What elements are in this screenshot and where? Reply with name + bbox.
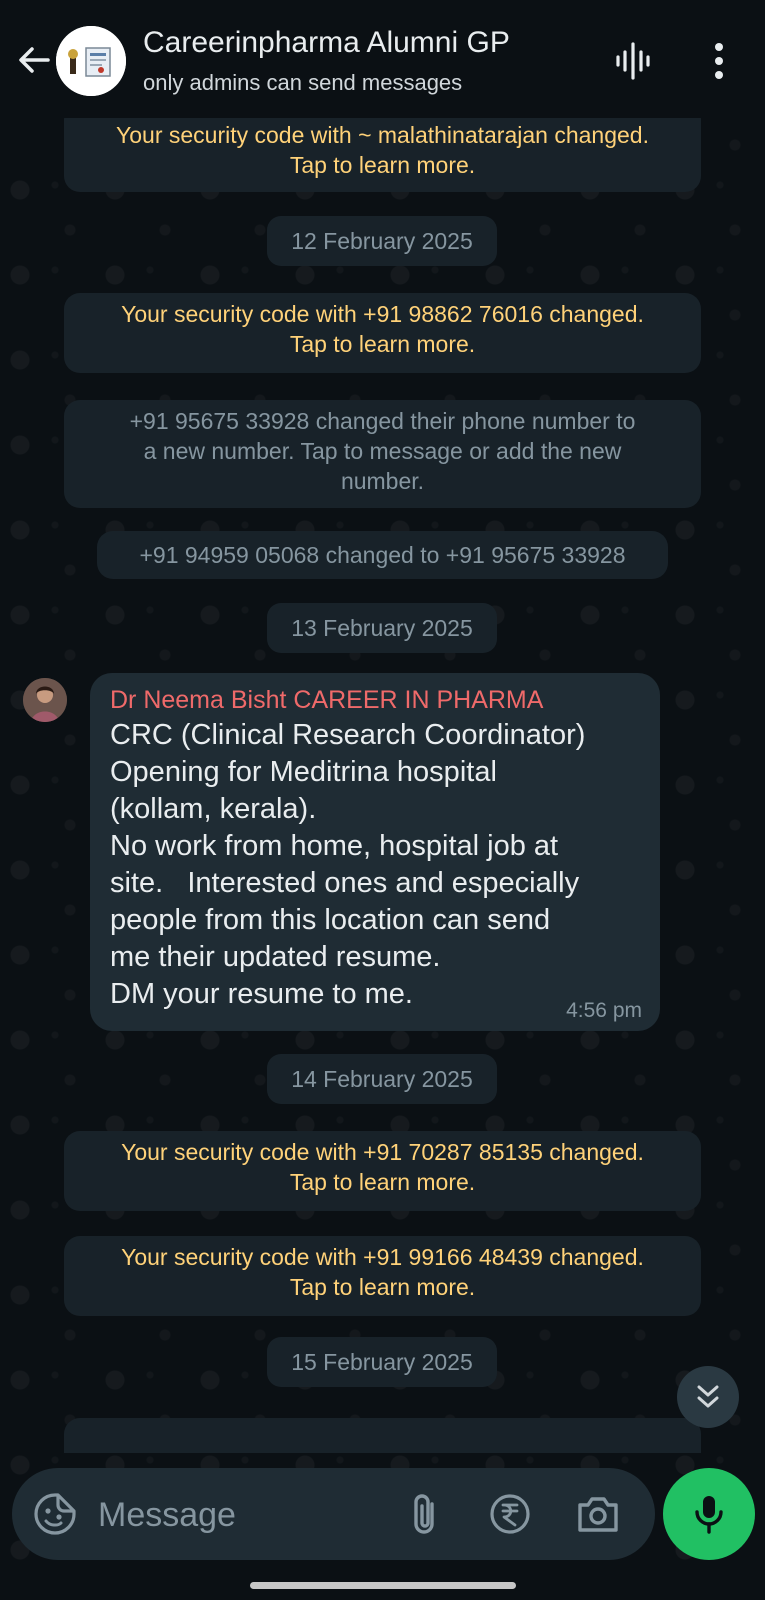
voice-chat-button[interactable]	[612, 40, 654, 82]
date-separator: 12 February 2025	[267, 216, 497, 266]
message-input[interactable]	[96, 1484, 400, 1546]
sender-avatar[interactable]	[23, 678, 67, 722]
message-bubble[interactable]: Dr Neema Bisht CAREER IN PHARMA CRC (Cli…	[90, 673, 660, 1031]
security-code-notice-partial[interactable]	[64, 1418, 701, 1453]
chat-subtitle[interactable]: only admins can send messages	[143, 70, 462, 96]
message-text-line: people from this location can send	[110, 904, 551, 936]
group-avatar[interactable]	[56, 26, 126, 96]
message-composer	[12, 1468, 655, 1560]
notice-line: Tap to learn more.	[289, 1169, 476, 1195]
chat-messages[interactable]: Your security code with ~ malathinataraj…	[0, 118, 765, 1453]
rupee-icon	[490, 1494, 530, 1534]
date-separator: 13 February 2025	[267, 603, 497, 653]
notice-line: number.	[340, 468, 425, 494]
security-code-notice[interactable]: Your security code with +91 70287 85135 …	[64, 1131, 701, 1211]
voice-chat-icon	[616, 42, 650, 80]
attach-button[interactable]	[404, 1490, 448, 1538]
paperclip-icon	[414, 1494, 434, 1534]
message-text-line: Opening for Meditrina hospital	[110, 756, 497, 788]
double-chevron-down-icon	[697, 1385, 719, 1408]
number-change-notice[interactable]: +91 95675 33928 changed their phone numb…	[64, 400, 701, 508]
back-arrow-icon	[19, 47, 50, 73]
system-nav-bar	[0, 1560, 765, 1600]
security-code-notice[interactable]: Your security code with +91 99166 48439 …	[64, 1236, 701, 1316]
home-gesture-bar[interactable]	[250, 1582, 516, 1589]
security-code-notice[interactable]: Your security code with ~ malathinataraj…	[64, 118, 701, 192]
camera-icon	[578, 1497, 618, 1532]
microphone-icon	[695, 1496, 723, 1534]
notice-line: Tap to learn more.	[289, 331, 476, 357]
back-button[interactable]	[14, 40, 54, 80]
more-options-button[interactable]	[704, 40, 734, 82]
date-separator: 14 February 2025	[267, 1054, 497, 1104]
notice-line: Your security code with +91 70287 85135 …	[121, 1139, 644, 1165]
notice-line: Your security code with +91 98862 76016 …	[121, 301, 644, 327]
message-text-line: DM your resume to me.	[110, 978, 413, 1010]
camera-button[interactable]	[574, 1490, 622, 1538]
chat-title[interactable]: Careerinpharma Alumni GP	[143, 26, 510, 60]
emoji-sticker-button[interactable]	[32, 1491, 78, 1537]
notice-line: Tap to learn more.	[289, 1274, 476, 1300]
voice-message-button[interactable]	[663, 1468, 755, 1560]
notice-line: +91 95675 33928 changed their phone numb…	[129, 408, 636, 434]
message-timestamp: 4:56 pm	[566, 999, 642, 1022]
message-text-line: CRC (Clinical Research Coordinator)	[110, 719, 586, 751]
security-code-notice[interactable]: Your security code with +91 98862 76016 …	[64, 293, 701, 373]
payment-button[interactable]	[488, 1492, 532, 1536]
more-options-icon	[715, 43, 723, 79]
notice-line: Tap to learn more.	[289, 152, 476, 178]
chat-header: Careerinpharma Alumni GP only admins can…	[0, 0, 765, 118]
date-separator: 15 February 2025	[267, 1337, 497, 1387]
sender-name[interactable]: Dr Neema Bisht CAREER IN PHARMA	[110, 683, 640, 717]
person-avatar-icon	[23, 678, 67, 722]
sticker-icon	[34, 1493, 76, 1535]
message-text-line: me their updated resume.	[110, 941, 441, 973]
notice-line: Your security code with +91 99166 48439 …	[121, 1244, 644, 1270]
number-change-notice[interactable]: +91 94959 05068 changed to +91 95675 339…	[97, 531, 668, 579]
message-text-line: (kollam, kerala).	[110, 793, 317, 825]
notice-line: Your security code with ~ malathinataraj…	[116, 122, 649, 148]
message-text-line: site. Interested ones and especially	[110, 867, 580, 899]
notice-line: a new number. Tap to message or add the …	[143, 438, 622, 464]
group-logo-icon	[56, 26, 126, 96]
scroll-to-bottom-button[interactable]	[677, 1366, 739, 1428]
message-text-line: No work from home, hospital job at	[110, 830, 559, 862]
